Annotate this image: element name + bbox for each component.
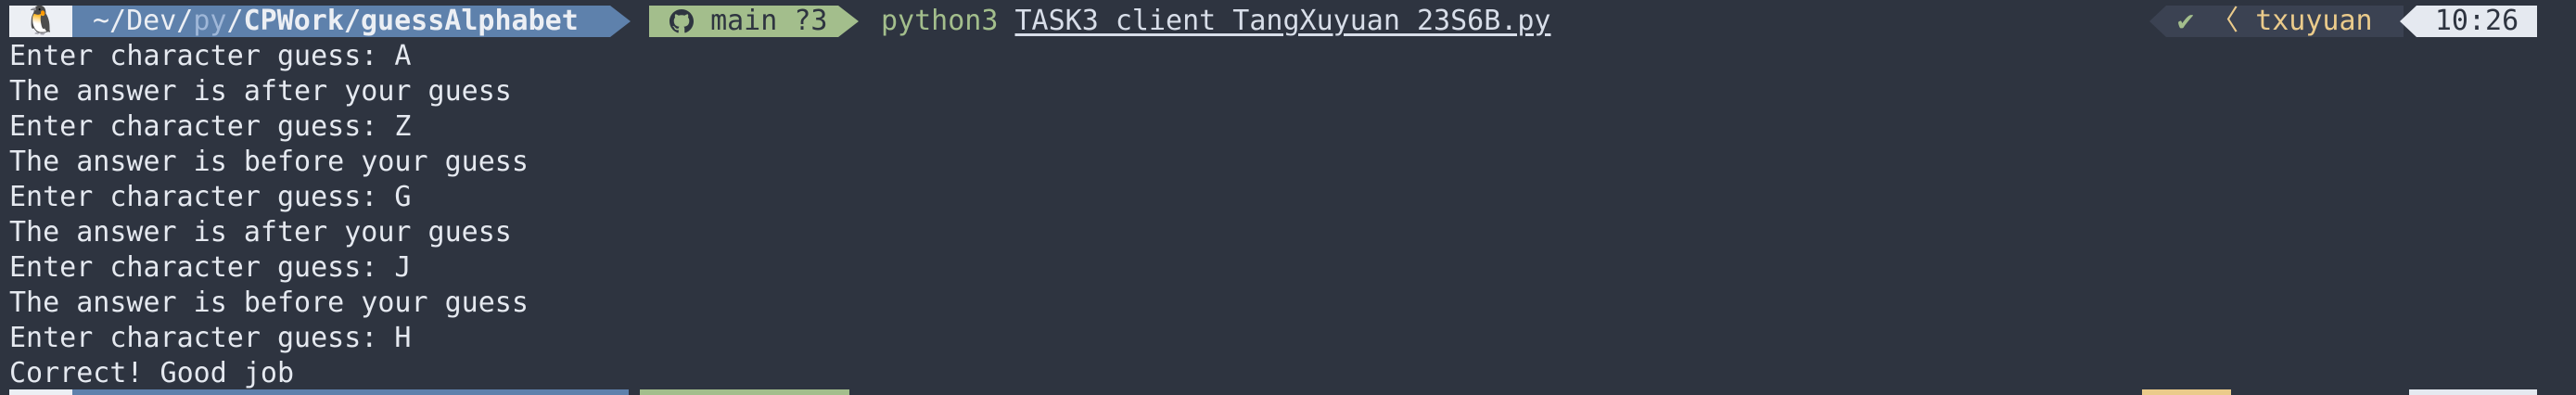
output-line: Enter character guess: H (9, 322, 412, 354)
next-prompt-git-segment (640, 389, 849, 395)
path-sep: / (226, 5, 244, 37)
path-segment-arrow (610, 6, 631, 37)
output-line: Correct! Good job (9, 357, 295, 389)
path-prefix: ~/Dev/ (93, 5, 194, 37)
penguin-icon: 🐧 (23, 5, 58, 37)
next-prompt-time-segment (2409, 389, 2537, 395)
path-dim: py (193, 5, 227, 37)
chevron-left-icon: 〈 (2211, 5, 2239, 37)
git-segment-arrow (838, 6, 859, 37)
status-segment: ✔ 〈 txuyuan (2166, 6, 2404, 37)
output-line: Enter character guess: G (9, 181, 412, 213)
path-main: CPWork/guessAlphabet (243, 5, 579, 37)
time-segment-arrow (2400, 6, 2417, 37)
output-line: Enter character guess: J (9, 251, 412, 284)
check-icon: ✔ (2177, 5, 2195, 37)
next-prompt-path-segment (72, 389, 629, 395)
terminal-window[interactable]: 🐧 ~/Dev/py/CPWork/guessAlphabet main ?3 … (0, 0, 2576, 395)
next-prompt-os-segment (9, 389, 72, 395)
command-text: python3 TASK3_client_TangXuyuan_23S6B.py (881, 6, 1550, 37)
output-line: Enter character guess: A (9, 40, 412, 72)
prompt-line: 🐧 ~/Dev/py/CPWork/guessAlphabet main ?3 … (0, 0, 2576, 41)
output-line: The answer is after your guess (9, 216, 512, 248)
clock-time: 10:26 (2434, 5, 2519, 37)
path-segment: ~/Dev/py/CPWork/guessAlphabet (72, 6, 610, 37)
github-octocat-icon (670, 9, 694, 33)
time-segment: 10:26 (2417, 6, 2537, 37)
output-line: The answer is before your guess (9, 287, 529, 319)
git-segment: main ?3 (649, 6, 838, 37)
output-line: The answer is before your guess (9, 146, 529, 178)
command-program: python3 (881, 5, 999, 37)
output-line: The answer is after your guess (9, 75, 512, 108)
next-prompt-status-segment (2142, 389, 2231, 395)
status-segment-arrow (2149, 6, 2166, 37)
os-segment: 🐧 (9, 6, 72, 37)
git-branch: main ?3 (710, 5, 828, 37)
output-line: Enter character guess: Z (9, 110, 412, 143)
command-file[interactable]: TASK3_client_TangXuyuan_23S6B.py (1015, 5, 1551, 37)
user-name: txuyuan (2255, 5, 2373, 37)
